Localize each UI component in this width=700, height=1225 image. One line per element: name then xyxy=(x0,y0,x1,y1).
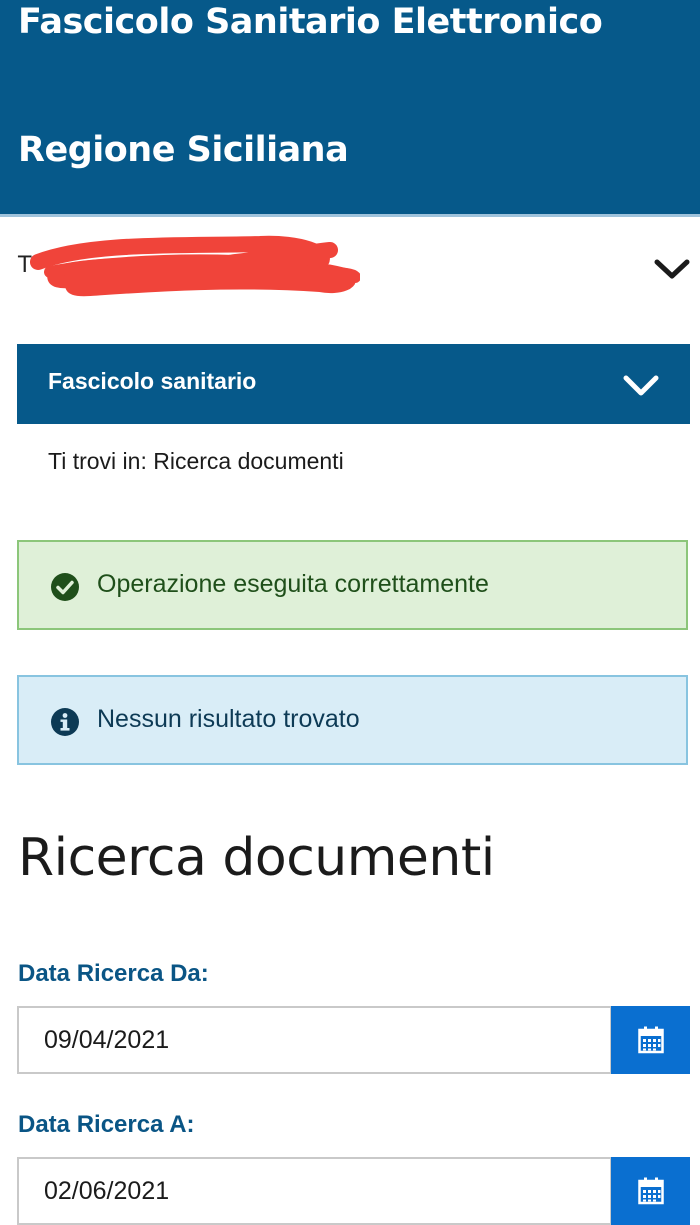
date-to-label: Data Ricerca A: xyxy=(18,1111,195,1138)
success-message: Operazione eseguita correttamente xyxy=(97,570,489,598)
redaction-scribble xyxy=(30,235,360,297)
date-to-input[interactable] xyxy=(17,1157,612,1225)
info-circle-icon xyxy=(51,708,79,736)
info-message: Nessun risultato trovato xyxy=(97,705,360,733)
check-circle-icon xyxy=(51,573,79,601)
site-header: Fascicolo Sanitario Elettronico Regione … xyxy=(0,0,700,217)
section-menu-toggle[interactable]: Fascicolo sanitario xyxy=(17,344,690,424)
date-from-calendar-button[interactable] xyxy=(611,1006,690,1074)
chevron-down-icon xyxy=(623,375,659,396)
breadcrumb: Ti trovi in: Ricerca documenti xyxy=(48,448,344,474)
info-alert: Nessun risultato trovato xyxy=(17,675,688,765)
date-to-calendar-button[interactable] xyxy=(611,1157,690,1225)
page-title: Ricerca documenti xyxy=(18,828,495,888)
date-from-input[interactable] xyxy=(17,1006,612,1074)
site-title-line2: Regione Siciliana xyxy=(18,130,349,170)
calendar-icon xyxy=(638,1177,664,1205)
user-menu[interactable]: T xyxy=(0,217,700,327)
chevron-down-icon[interactable] xyxy=(652,255,692,285)
date-from-label: Data Ricerca Da: xyxy=(18,960,209,987)
calendar-icon xyxy=(638,1026,664,1054)
success-alert: Operazione eseguita correttamente xyxy=(17,540,688,630)
site-title-line1: Fascicolo Sanitario Elettronico xyxy=(18,2,603,42)
section-menu-label: Fascicolo sanitario xyxy=(48,368,257,394)
